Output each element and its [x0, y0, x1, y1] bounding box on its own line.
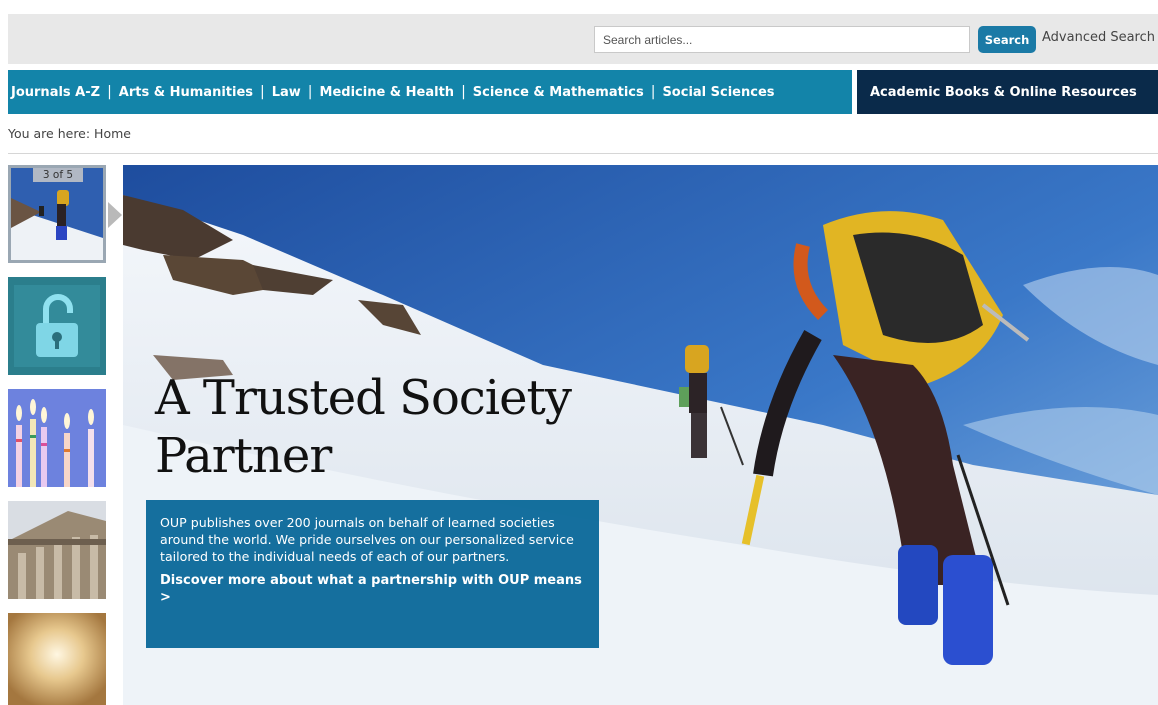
carousel-thumbnail-building[interactable] [8, 501, 106, 599]
nav-item-arts-humanities[interactable]: Arts & Humanities [119, 85, 253, 100]
nav-separator: | [107, 84, 112, 100]
search-input[interactable] [594, 26, 970, 53]
advanced-search-link[interactable]: Advanced Search [1042, 30, 1155, 45]
nav-item-journals-a-z[interactable]: Journals A-Z [11, 85, 100, 100]
breadcrumb: You are here: Home [8, 126, 131, 141]
candles-thumbnail-icon [8, 389, 106, 487]
hero-partnership-link[interactable]: Discover more about what a partnership w… [160, 572, 585, 606]
carousel-thumbnail-candles[interactable] [8, 389, 106, 487]
main-nav: Journals A-Z | Arts & Humanities | Law |… [8, 70, 852, 114]
nav-separator: | [461, 84, 466, 100]
hero-info-box: OUP publishes over 200 journals on behal… [146, 500, 599, 648]
padlock-thumbnail-icon [8, 277, 106, 375]
nav-item-law[interactable]: Law [272, 85, 301, 100]
carousel-thumbnail-padlock[interactable] [8, 277, 106, 375]
hero-title-line-1: A Trusted Society [155, 370, 572, 426]
hero-banner: A Trusted Society Partner OUP publishes … [123, 165, 1158, 705]
nav-separator: | [307, 84, 313, 100]
nav-separator: | [260, 84, 265, 100]
search-button[interactable]: Search [978, 26, 1036, 53]
carousel-counter: 3 of 5 [33, 168, 83, 182]
building-thumbnail-icon [8, 501, 106, 599]
carousel-thumbnail-sparkle[interactable] [8, 613, 106, 705]
top-search-bar: Search Advanced Search [8, 14, 1158, 64]
hero-description: OUP publishes over 200 journals on behal… [160, 515, 574, 564]
thumbnail-pointer [108, 202, 122, 228]
hero-title-line-2: Partner [155, 428, 332, 484]
nav-item-academic-books[interactable]: Academic Books & Online Resources [870, 85, 1137, 100]
sparkle-thumbnail-icon [8, 613, 106, 705]
carousel-thumbnail-climbers[interactable]: 3 of 5 [8, 165, 106, 263]
nav-academic-books: Academic Books & Online Resources [857, 70, 1158, 114]
nav-item-medicine-health[interactable]: Medicine & Health [320, 85, 455, 100]
divider [8, 153, 1158, 154]
nav-item-science-mathematics[interactable]: Science & Mathematics [473, 85, 644, 100]
nav-separator: | [650, 84, 656, 100]
nav-item-social-sciences[interactable]: Social Sciences [662, 85, 774, 100]
hero-title: A Trusted Society Partner [155, 369, 572, 485]
